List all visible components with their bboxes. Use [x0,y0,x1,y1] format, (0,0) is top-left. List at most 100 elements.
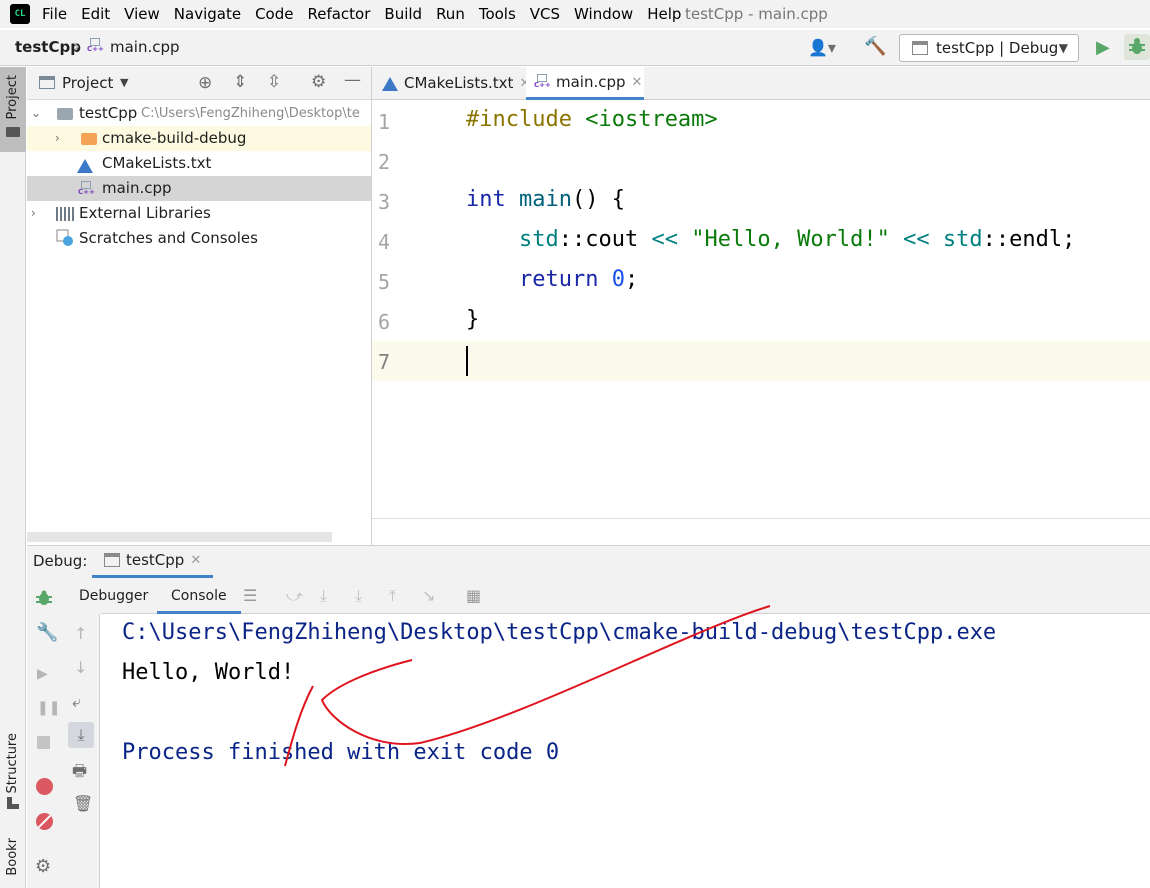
step-out-icon[interactable]: ⤒ [389,586,396,606]
run-icon[interactable]: ▶ [1096,37,1110,58]
menu-icon[interactable]: ☰ [243,586,257,605]
view-breakpoints-icon[interactable] [36,778,53,795]
menu-window[interactable]: Window [574,0,639,28]
stop-icon[interactable] [37,736,50,749]
bookmarks-strip-label: Bookmarks [5,838,20,876]
window-title: testCpp - main.cpp [685,5,828,23]
tab-console[interactable]: Console [157,578,241,614]
rerun-debug-icon[interactable] [35,589,53,611]
gear-icon[interactable]: ⚙ [311,72,326,92]
project-panel-title[interactable]: Project [62,74,113,92]
evaluate-expression-icon[interactable]: ▦ [466,586,481,605]
menu-help[interactable]: Help [647,0,687,28]
code-line-3[interactable]: int main() { [466,187,625,212]
current-line-highlight [455,341,1150,381]
scroll-to-end-icon[interactable]: ⤓ [68,722,94,748]
chevron-down-icon: ⌄ [31,106,42,120]
code-line-6[interactable]: } [466,307,479,332]
tree-item-cmake-build-debug[interactable]: › cmake-build-debug [27,126,371,151]
breadcrumb-project[interactable]: testCpp [15,38,81,56]
line-number: 5 [378,270,391,294]
menu-build[interactable]: Build [384,0,428,28]
code-token: std [942,227,983,252]
collapse-all-icon[interactable]: ⇳ [267,72,281,92]
debug-session-label: testCpp [126,550,185,569]
tree-item-cmakelists[interactable]: CMakeLists.txt [27,151,371,176]
project-view-icon [39,76,55,89]
code-line-1[interactable]: #include <iostream> [466,107,718,132]
wrench-icon[interactable]: 🔧 [36,622,58,643]
code-line-5[interactable]: return 0; [466,267,638,292]
scratches-icon [56,229,74,246]
tab-debugger[interactable]: Debugger [79,588,148,604]
menu-refactor[interactable]: Refactor [307,0,376,28]
code-token: << [903,227,930,252]
code-line-4[interactable]: std::cout << "Hello, World!" << std::end… [466,227,1075,252]
chevron-down-icon[interactable]: ▼ [120,76,128,89]
run-configuration-select[interactable]: testCpp | Debug ▼ [899,34,1079,62]
menu-code[interactable]: Code [255,0,299,28]
run-to-cursor-icon[interactable]: ↘ [422,586,435,605]
tree-item-main-cpp[interactable]: C++ main.cpp [27,176,371,201]
line-number: 1 [378,110,391,134]
menu-file[interactable]: File [42,0,73,28]
bookmarks-tool-window-button[interactable]: Bookmarks [0,838,26,888]
debug-bug-icon[interactable] [1124,34,1150,60]
locate-icon[interactable]: ⊕ [198,73,212,93]
tab-main-cpp[interactable]: C++ main.cpp ✕ [526,67,644,100]
debug-subtab-bar [100,578,1150,614]
chevron-right-icon: › [31,206,36,220]
close-icon[interactable]: ✕ [632,66,643,99]
build-hammer-icon[interactable]: 🔨 [864,36,886,57]
gear-icon[interactable]: ⚙ [35,856,51,877]
folder-icon [6,127,20,137]
tab-cmakelists[interactable]: CMakeLists.txt ✕ [382,67,530,100]
menu-vcs[interactable]: VCS [530,0,566,28]
code-token: return [518,267,599,292]
console-line: C:\Users\FengZhiheng\Desktop\testCpp\cma… [122,620,997,645]
user-icon[interactable]: 👤▾ [808,38,836,57]
tree-item-path: C:\Users\FengZhiheng\Desktop\te [141,106,360,121]
trash-icon[interactable]: 🗑 [73,794,93,813]
horizontal-scrollbar[interactable] [27,532,332,542]
library-icon [56,207,74,221]
menu-navigate[interactable]: Navigate [174,0,247,28]
arrow-down-icon[interactable]: ↓ [74,658,87,677]
debug-session-tab[interactable]: testCpp ✕ [92,544,214,578]
step-into-icon[interactable]: ⤓ [355,586,362,606]
code-token: int [466,187,506,212]
code-token: ; [624,267,639,292]
menu-view[interactable]: View [124,0,166,28]
cmake-icon [382,76,398,91]
code-token: "Hello, World!" [691,227,890,252]
editor-bottom-border [372,518,1150,519]
menu-tools[interactable]: Tools [479,0,522,28]
configuration-icon [912,41,928,55]
code-token: () { [571,187,625,212]
code-token: #include [466,107,572,132]
print-icon[interactable]: 🖶 [72,760,87,787]
menu-run[interactable]: Run [436,0,471,28]
menu-edit[interactable]: Edit [81,0,116,28]
project-strip-label: Project [5,75,20,120]
hide-panel-icon[interactable]: — [344,70,361,90]
structure-tool-window-button[interactable]: Structure [0,733,26,813]
arrow-up-icon[interactable]: ↑ [74,624,87,643]
step-over-icon[interactable]: ⤓ [320,586,327,606]
tree-item-testcpp[interactable]: ⌄ testCpp C:\Users\FengZhiheng\Desktop\t… [27,101,371,126]
project-tool-window-button[interactable]: Project [0,67,26,152]
resume-icon[interactable]: ▶ [37,666,48,682]
structure-icon [7,797,19,809]
line-number: 6 [378,310,391,334]
breadcrumb-file[interactable]: main.cpp [110,38,180,56]
soft-wrap-icon[interactable]: ⤶ [72,692,81,712]
pause-icon[interactable]: ❚❚ [37,700,60,716]
mute-breakpoints-icon[interactable] [36,813,53,830]
cpp-file-icon: C++ [78,181,96,197]
close-icon[interactable]: ✕ [190,544,201,577]
show-execution-point-icon[interactable]: ⤻ [286,586,303,606]
expand-all-icon[interactable]: ⇕ [233,72,247,92]
tree-item-external-libraries[interactable]: › External Libraries [27,201,371,226]
console-line: Process finished with exit code 0 [122,740,560,765]
tree-item-scratches[interactable]: Scratches and Consoles [27,226,371,251]
